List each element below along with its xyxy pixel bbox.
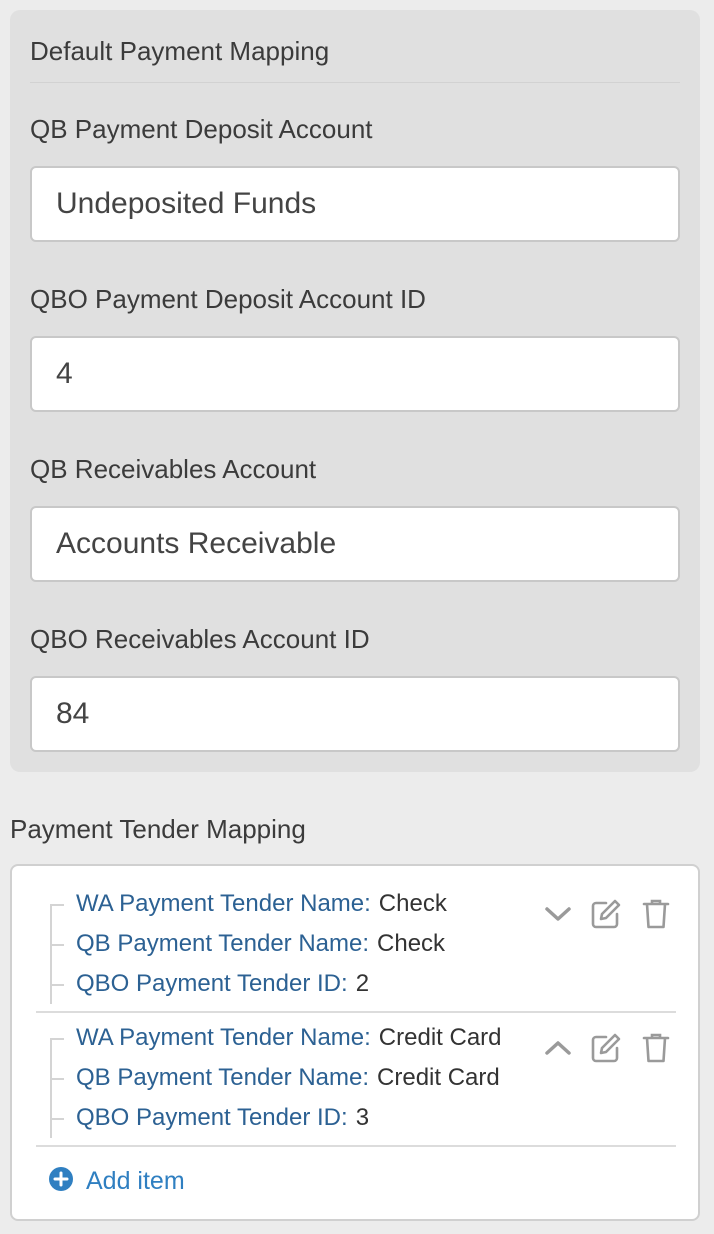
default-payment-mapping-panel: Default Payment Mapping QB Payment Depos… [10,10,700,772]
tree-connector [50,904,64,1004]
qbo-tender-id-row: QBO Payment Tender ID: 3 [76,1104,369,1132]
trash-icon[interactable] [638,896,674,932]
edit-icon[interactable] [588,896,624,932]
trash-icon[interactable] [638,1030,674,1066]
list-item: WA Payment Tender Name: Check QB Payment … [36,886,676,1020]
tender-mapping-list: WA Payment Tender Name: Check QB Payment … [10,864,700,1221]
wa-tender-name-row: WA Payment Tender Name: Credit Card [76,1024,502,1052]
qbo-receivables-account-id-label: QBO Receivables Account ID [30,624,370,654]
panel-title: Default Payment Mapping [30,36,330,66]
qbo-deposit-account-id-label: QBO Payment Deposit Account ID [30,284,426,314]
chevron-down-icon[interactable] [540,896,576,932]
add-item-label: Add item [86,1167,185,1195]
qb-tender-name-label: QB Payment Tender Name: [76,1064,370,1091]
qb-receivables-account-label: QB Receivables Account [30,454,317,484]
qb-tender-name-row: QB Payment Tender Name: Credit Card [76,1064,500,1092]
qbo-receivables-account-id-input[interactable] [30,676,680,752]
qbo-deposit-account-id-input[interactable] [30,336,680,412]
item-divider [36,1011,676,1013]
wa-tender-name-label: WA Payment Tender Name: [76,1024,371,1051]
wa-tender-name-row: WA Payment Tender Name: Check [76,890,447,918]
plus-circle-icon [48,1166,74,1197]
list-item: WA Payment Tender Name: Credit Card QB Pa… [36,1020,676,1154]
edit-icon[interactable] [588,1030,624,1066]
item-divider [36,1145,676,1147]
tender-mapping-title: Payment Tender Mapping [10,814,306,844]
qb-tender-name-label: QB Payment Tender Name: [76,930,370,957]
qb-deposit-account-input[interactable] [30,166,680,242]
qb-tender-name-value: Credit Card [377,1064,500,1091]
qbo-tender-id-row: QBO Payment Tender ID: 2 [76,970,369,998]
qb-deposit-account-label: QB Payment Deposit Account [30,114,373,144]
wa-tender-name-label: WA Payment Tender Name: [76,890,371,917]
qbo-tender-id-label: QBO Payment Tender ID: [76,1104,348,1131]
qb-receivables-account-input[interactable] [30,506,680,582]
wa-tender-name-value: Check [378,890,447,917]
qbo-tender-id-value: 3 [355,1104,370,1131]
qb-tender-name-row: QB Payment Tender Name: Check [76,930,445,958]
qb-tender-name-value: Check [377,930,446,957]
divider [30,82,680,83]
tree-connector [50,1038,64,1138]
wa-tender-name-value: Credit Card [378,1024,502,1051]
qbo-tender-id-value: 2 [355,970,370,997]
qbo-tender-id-label: QBO Payment Tender ID: [76,970,348,997]
add-item-button[interactable]: Add item [48,1166,185,1197]
chevron-up-icon[interactable] [540,1030,576,1066]
